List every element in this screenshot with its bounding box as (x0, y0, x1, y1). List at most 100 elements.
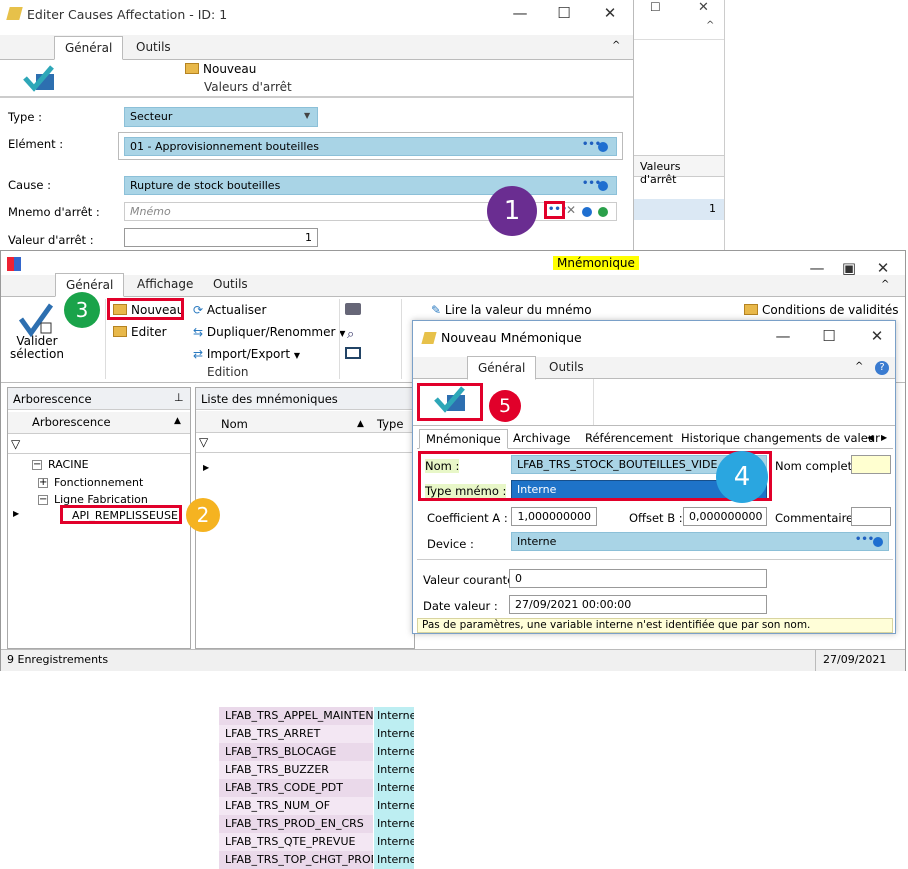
minimize-button[interactable]: — (773, 327, 793, 345)
collapse-icon[interactable]: ^ (706, 20, 714, 31)
collapse-ribbon-icon[interactable]: ^ (612, 40, 620, 51)
date-valeur-input[interactable]: 27/09/2021 00:00:00 (509, 595, 767, 614)
sort-icon[interactable]: ▲ (357, 419, 364, 429)
import-export-button[interactable]: ⇄ Import/Export ▼ (193, 347, 300, 361)
list-item[interactable]: LFAB_TRS_QTE_PREVUE (219, 833, 373, 851)
search-icon[interactable]: ⌕ (347, 327, 354, 342)
tab-general[interactable]: Général (467, 356, 537, 380)
label-type: Type : (8, 110, 42, 124)
sort-icon[interactable]: ▲ (174, 416, 181, 426)
badge-2: 2 (186, 498, 220, 532)
pin-icon[interactable]: ⊥ (174, 391, 184, 404)
background-window: ☐ ✕ ^ Valeurs d'arrêt 1 (633, 0, 725, 250)
close-icon[interactable]: ✕ (698, 0, 709, 15)
expand-icon[interactable]: + (38, 478, 48, 488)
label-valeur: Valeur d'arrêt : (8, 233, 94, 247)
tab-general[interactable]: Général (54, 36, 124, 60)
chevron-down-icon[interactable]: ▼ (304, 111, 310, 120)
label-mnemo: Mnemo d'arrêt : (8, 205, 100, 219)
filter-icon[interactable]: ▽ (199, 435, 208, 449)
label-nom-complet: Nom complet : (775, 459, 860, 473)
list-item[interactable]: LFAB_TRS_PROD_EN_CRS (219, 815, 373, 833)
help-icon[interactable]: ? (875, 361, 889, 375)
list-item-type: Interne (374, 779, 414, 797)
col-header-type[interactable]: Type (377, 417, 403, 431)
list-item[interactable]: LFAB_TRS_APPEL_MAINTENANCE (219, 707, 373, 725)
list-item[interactable]: LFAB_TRS_BUZZER (219, 761, 373, 779)
validate-icon[interactable] (22, 64, 58, 94)
actualiser-button[interactable]: ⟳ Actualiser (193, 303, 266, 317)
valider-selection-button[interactable]: Valider sélection (9, 335, 65, 361)
list-item-type: Interne (374, 797, 414, 815)
device-field[interactable]: Interne (511, 532, 889, 551)
collapse-icon[interactable]: − (38, 495, 48, 505)
restore-icon[interactable]: ☐ (650, 0, 661, 14)
collapse-ribbon-icon[interactable]: ^ (881, 279, 889, 290)
badge-5: 5 (489, 390, 521, 422)
offset-input[interactable]: 0,000000000 (683, 507, 767, 526)
close-button[interactable]: ✕ (867, 327, 887, 345)
ellipsis-icon[interactable]: ••• (855, 534, 874, 545)
folder-icon (185, 63, 199, 74)
cause-field[interactable]: Rupture de stock bouteilles (124, 176, 617, 195)
goto-icon[interactable] (598, 181, 608, 191)
col-header-nom[interactable]: Nom (221, 417, 248, 431)
tree-node-fonctionnement[interactable]: Fonctionnement (54, 476, 143, 489)
badge-4: 4 (716, 451, 768, 503)
valider-icon[interactable] (19, 303, 55, 337)
close-button[interactable]: ✕ (600, 4, 620, 22)
highlight-api-node (60, 505, 182, 524)
scroll-left-icon[interactable]: ◀ (867, 433, 873, 442)
goto-icon[interactable] (582, 207, 592, 217)
tab-outils[interactable]: Outils (126, 36, 181, 60)
duplicate-icon: ⇆ (193, 325, 207, 339)
maximize-button[interactable]: ☐ (554, 4, 574, 22)
export-icon[interactable] (345, 347, 361, 359)
goto-icon[interactable] (598, 142, 608, 152)
list-item-type: Interne (374, 743, 414, 761)
minimize-button[interactable]: — (510, 4, 530, 22)
add-icon[interactable] (598, 207, 608, 217)
tab-affichage[interactable]: Affichage (127, 273, 203, 297)
list-item-type: Interne (374, 833, 414, 851)
refresh-icon: ⟳ (193, 303, 207, 317)
nom-complet-input[interactable] (851, 455, 891, 474)
list-item[interactable]: LFAB_TRS_ARRET (219, 725, 373, 743)
collapse-icon[interactable]: − (32, 460, 42, 470)
dupliquer-button[interactable]: ⇆ Dupliquer/Renommer ▼ (193, 325, 345, 339)
collapse-ribbon-icon[interactable]: ^ (855, 361, 863, 372)
scroll-right-icon[interactable]: ▶ (881, 433, 887, 442)
commentaire-input[interactable] (851, 507, 891, 526)
list-panel-title: Liste des mnémoniques (196, 388, 414, 410)
list-item[interactable]: LFAB_TRS_CODE_PDT (219, 779, 373, 797)
subtab-referencement[interactable]: Référencement (585, 431, 673, 445)
nouveau-button[interactable]: Nouveau (185, 62, 256, 76)
list-item[interactable]: LFAB_TRS_TOP_CHGT_PROD (219, 851, 373, 869)
read-icon: ✎ (431, 303, 445, 317)
filter-icon[interactable]: ▽ (11, 437, 20, 451)
maximize-button[interactable]: ☐ (819, 327, 839, 345)
group-valeurs-arret: Valeurs d'arrêt (204, 80, 292, 94)
conditions-button[interactable]: Conditions de validités (744, 303, 899, 317)
subtab-mnemonique[interactable]: Mnémonique (419, 429, 508, 449)
type-select[interactable]: Secteur (124, 107, 318, 127)
highlight-ellipsis (544, 201, 565, 219)
subtab-historique[interactable]: Historique changements de valeur (681, 431, 880, 445)
coefficient-input[interactable]: 1,000000000 (511, 507, 597, 526)
tab-outils[interactable]: Outils (539, 356, 594, 380)
editer-button[interactable]: Editer (113, 325, 167, 339)
element-field[interactable]: 01 - Approvisionnement bouteilles (124, 137, 617, 156)
subtab-archivage[interactable]: Archivage (513, 431, 570, 445)
goto-icon[interactable] (873, 537, 883, 547)
clear-icon[interactable]: ✕ (566, 203, 576, 217)
valeur-input[interactable]: 1 (124, 228, 318, 247)
tree-node-racine[interactable]: RACINE (48, 458, 89, 471)
lire-valeur-button[interactable]: ✎ Lire la valeur du mnémo (431, 303, 592, 317)
valeur-courante-input[interactable]: 0 (509, 569, 767, 588)
list-item[interactable]: LFAB_TRS_NUM_OF (219, 797, 373, 815)
print-icon[interactable] (345, 303, 361, 315)
list-item-type: Interne (374, 761, 414, 779)
list-item[interactable]: LFAB_TRS_BLOCAGE (219, 743, 373, 761)
tab-outils[interactable]: Outils (203, 273, 258, 297)
tree-column-header[interactable]: Arborescence (8, 412, 190, 434)
